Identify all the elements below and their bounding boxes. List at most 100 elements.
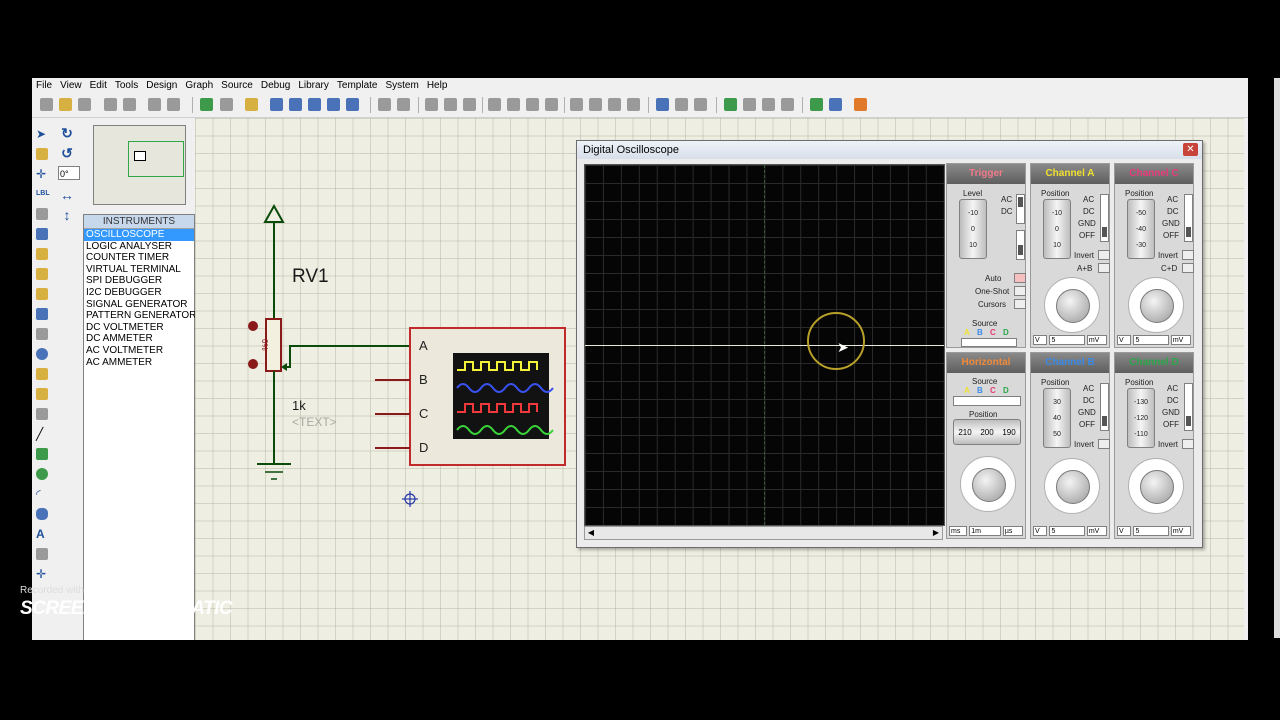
close-button[interactable]: ✕ [1183, 143, 1198, 156]
text-script-mode-icon[interactable] [36, 208, 48, 220]
print-area-icon[interactable] [167, 98, 180, 111]
trigger-level-wheel[interactable]: -10 0 10 [959, 199, 987, 259]
menu-help[interactable]: Help [423, 80, 452, 91]
scroll-left-icon[interactable]: ◀ [585, 527, 597, 539]
trigger-oneshot-button[interactable] [1014, 286, 1026, 296]
zoom-out-icon[interactable] [308, 98, 321, 111]
redo-icon[interactable] [397, 98, 410, 111]
menu-design[interactable]: Design [142, 80, 181, 91]
oscilloscope-title-bar[interactable]: Digital Oscilloscope ✕ [577, 141, 1202, 159]
trigger-source-c[interactable]: C [990, 328, 996, 337]
block-rotate-icon[interactable] [526, 98, 539, 111]
decompose-icon[interactable] [627, 98, 640, 111]
paste-icon[interactable] [463, 98, 476, 111]
horizontal-time-knob[interactable] [960, 456, 1016, 512]
channel-c-position-wheel[interactable]: -50 -40 -30 [1127, 199, 1155, 259]
zoom-in-icon[interactable] [289, 98, 302, 111]
ares-icon[interactable] [854, 98, 867, 111]
channel-c-combo-button[interactable] [1182, 263, 1194, 273]
menu-view[interactable]: View [56, 80, 86, 91]
channel-d-volts-knob[interactable] [1128, 458, 1184, 514]
path-mode-icon[interactable] [36, 508, 48, 520]
menu-library[interactable]: Library [294, 80, 333, 91]
list-item[interactable]: PATTERN GENERATOR [84, 310, 196, 322]
virtual-instruments-mode-icon[interactable] [36, 408, 48, 420]
rotate-anticlockwise-icon[interactable]: ↺ [60, 146, 74, 160]
box-mode-icon[interactable] [36, 448, 48, 460]
pot-increment-button[interactable] [248, 321, 258, 331]
electrical-rules-icon[interactable] [810, 98, 823, 111]
trigger-coupling-switch[interactable] [1016, 194, 1025, 224]
list-item[interactable]: SIGNAL GENERATOR [84, 299, 194, 311]
channel-c-invert-button[interactable] [1182, 250, 1194, 260]
channel-b-invert-button[interactable] [1098, 439, 1110, 449]
trigger-edge-switch[interactable] [1016, 230, 1025, 260]
power-terminal-icon[interactable] [263, 203, 285, 223]
list-item[interactable]: AC VOLTMETER [84, 345, 194, 357]
trigger-source-slider[interactable] [961, 338, 1017, 347]
subcircuit-mode-icon[interactable] [36, 248, 48, 260]
save-icon[interactable] [78, 98, 91, 111]
channel-a-coupling-switch[interactable] [1100, 194, 1109, 242]
channel-a-volts-knob[interactable] [1044, 277, 1100, 333]
mirror-horizontal-icon[interactable]: ↔ [60, 188, 74, 202]
channel-a-invert-button[interactable] [1098, 250, 1110, 260]
rotate-clockwise-icon[interactable]: ↻ [60, 126, 74, 140]
trigger-cursors-button[interactable] [1014, 299, 1026, 309]
overview-window[interactable] [93, 125, 186, 205]
channel-a-combo-button[interactable] [1098, 263, 1110, 273]
line-mode-icon[interactable]: ╱ [36, 428, 48, 440]
list-item[interactable]: LOGIC ANALYSER [84, 241, 194, 253]
junction-mode-icon[interactable]: ✛ [36, 168, 48, 180]
trigger-auto-button[interactable] [1014, 273, 1026, 283]
horizontal-source-slider[interactable] [953, 396, 1021, 406]
circle-mode-icon[interactable] [36, 468, 48, 480]
refresh-icon[interactable] [200, 98, 213, 111]
block-delete-icon[interactable] [545, 98, 558, 111]
marker-mode-icon[interactable]: ✛ [36, 568, 48, 580]
remove-sheet-icon[interactable] [743, 98, 756, 111]
symbol-mode-icon[interactable] [36, 548, 48, 560]
pot-decrement-button[interactable] [248, 359, 258, 369]
menu-debug[interactable]: Debug [257, 80, 294, 91]
export-icon[interactable] [123, 98, 136, 111]
channel-d-position-wheel[interactable]: -130 -120 -110 [1127, 388, 1155, 448]
menu-system[interactable]: System [381, 80, 422, 91]
grid-icon[interactable] [220, 98, 233, 111]
new-file-icon[interactable] [40, 98, 53, 111]
trigger-source-b[interactable]: B [977, 328, 983, 337]
horizontal-source-c[interactable]: C [990, 386, 996, 395]
generator-mode-icon[interactable] [36, 348, 48, 360]
arc-mode-icon[interactable]: ◜ [36, 488, 48, 500]
import-icon[interactable] [104, 98, 117, 111]
channel-b-volts-knob[interactable] [1044, 458, 1100, 514]
current-probe-mode-icon[interactable] [36, 388, 48, 400]
mirror-vertical-icon[interactable]: ↕ [60, 208, 74, 222]
exit-to-parent-icon[interactable] [762, 98, 775, 111]
horizontal-source-a[interactable]: A [964, 386, 970, 395]
scroll-right-icon[interactable]: ▶ [930, 527, 942, 539]
label-mode-icon[interactable]: LBL [36, 188, 50, 200]
component-mode-icon[interactable] [36, 148, 48, 160]
menu-tools[interactable]: Tools [111, 80, 142, 91]
horizontal-source-b[interactable]: B [977, 386, 983, 395]
horizontal-position-wheel[interactable]: 210 200 190 [953, 419, 1021, 445]
voltage-probe-mode-icon[interactable] [36, 368, 48, 380]
search-tag-icon[interactable] [675, 98, 688, 111]
open-file-icon[interactable] [59, 98, 72, 111]
list-item[interactable]: COUNTER TIMER [84, 252, 194, 264]
trigger-source-a[interactable]: A [964, 328, 970, 337]
new-sheet-icon[interactable] [724, 98, 737, 111]
trigger-source-d[interactable]: D [1003, 328, 1009, 337]
make-device-icon[interactable] [589, 98, 602, 111]
copy-icon[interactable] [444, 98, 457, 111]
netlist-icon[interactable] [829, 98, 842, 111]
zoom-area-icon[interactable] [346, 98, 359, 111]
scope-screen[interactable]: ➤ [584, 164, 945, 526]
pan-icon[interactable] [270, 98, 283, 111]
menu-source[interactable]: Source [217, 80, 257, 91]
menu-edit[interactable]: Edit [86, 80, 111, 91]
undo-icon[interactable] [378, 98, 391, 111]
list-item[interactable]: VIRTUAL TERMINAL [84, 264, 194, 276]
select-mode-icon[interactable]: ➤ [36, 128, 48, 140]
